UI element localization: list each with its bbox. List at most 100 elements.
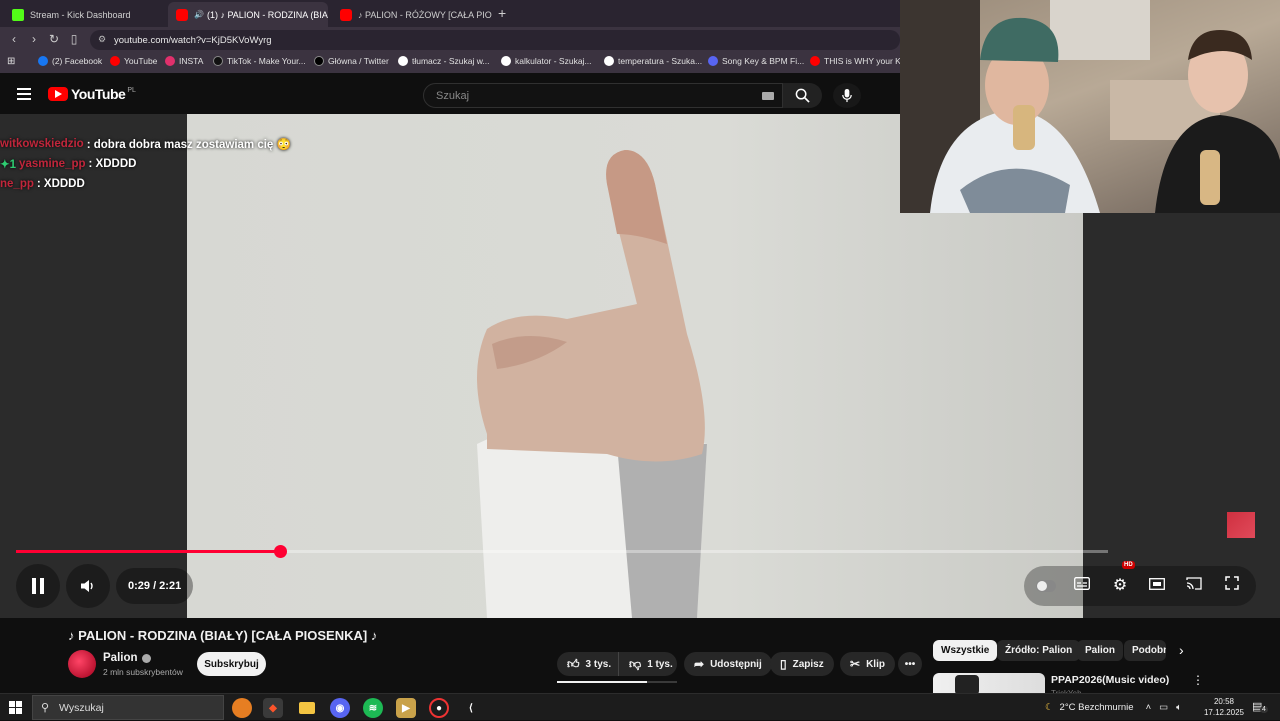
save-label: Zapisz xyxy=(792,658,824,670)
tiktok-icon xyxy=(213,56,223,66)
kick-icon xyxy=(12,8,24,21)
like-count: 3 tys. xyxy=(585,658,612,670)
keyboard-icon[interactable] xyxy=(762,92,774,100)
apps-icon[interactable]: ⊞ xyxy=(7,56,15,67)
bookmark-label: INSTA xyxy=(179,56,204,66)
dislike-button[interactable]: 👎︎ 1 tys. xyxy=(618,652,677,676)
bookmark-facebook[interactable]: (2) Facebook xyxy=(38,56,102,66)
more-vertical-icon[interactable]: ⋮ xyxy=(1192,673,1204,687)
windows-start-icon[interactable] xyxy=(9,701,22,714)
chat-text: : XDDDD xyxy=(36,178,85,190)
miniplayer-button[interactable] xyxy=(1147,576,1167,596)
like-ratio-bar xyxy=(557,681,677,683)
media-player-icon[interactable]: ▶ xyxy=(396,698,416,718)
chat-badge-icon: ✦1 xyxy=(0,159,17,171)
tab-palion-rozowy[interactable]: ♪ PALION - RÓŻOWY [CAŁA PIOSENK xyxy=(332,2,492,27)
speaker-icon[interactable]: 🔈︎ xyxy=(1176,702,1182,713)
chip-palion[interactable]: Palion xyxy=(1077,640,1124,661)
voice-search-button[interactable] xyxy=(833,83,861,108)
channel-name[interactable]: Palion xyxy=(103,652,151,664)
bookmark-label: YouTube xyxy=(124,56,158,66)
settings-button[interactable]: ⚙ xyxy=(1110,576,1130,596)
channel-avatar[interactable] xyxy=(68,650,96,678)
spotify-icon[interactable]: ≋ xyxy=(363,698,383,718)
url-field[interactable]: ⚙ youtube.com/watch?v=KjD5KVoWyrg xyxy=(90,30,900,50)
x-icon xyxy=(314,56,324,66)
network-icon[interactable]: ▭ xyxy=(1159,702,1168,713)
tab-kick-dashboard[interactable]: Stream - Kick Dashboard xyxy=(4,2,164,27)
chip-source-palion[interactable]: Źródło: Palion xyxy=(997,640,1081,661)
new-tab-button[interactable]: + xyxy=(498,5,506,21)
search-input[interactable]: Szukaj xyxy=(423,83,783,108)
bookmark-temperatura[interactable]: temperatura - Szuka... xyxy=(604,56,702,66)
app-icon-1[interactable] xyxy=(232,698,252,718)
notifications-icon[interactable]: ▤ 4 xyxy=(1252,700,1268,713)
end-screen-thumbnail[interactable] xyxy=(1227,512,1255,538)
tab-label: (1) ♪ PALION - RODZINA (BIAŁ xyxy=(206,9,328,20)
webcam-image xyxy=(900,0,1280,213)
reload-icon[interactable]: ↻ xyxy=(46,32,62,46)
back-icon[interactable]: ‹ xyxy=(6,32,22,46)
chevron-right-icon[interactable]: › xyxy=(1179,642,1184,658)
progress-bar[interactable] xyxy=(16,545,1108,558)
bookmark-youtube[interactable]: YouTube xyxy=(110,56,157,66)
bookmark-insta[interactable]: INSTA xyxy=(165,56,203,66)
taskbar-search-input[interactable]: ⚲ Wyszukaj xyxy=(32,695,224,720)
fullscreen-icon xyxy=(1225,576,1239,590)
cast-icon xyxy=(1186,577,1202,590)
app-icon-8[interactable]: ⟨ xyxy=(461,698,481,718)
chat-username: ne_pp xyxy=(0,178,34,190)
bookmark-tlumacz[interactable]: tłumacz - Szukaj w... xyxy=(398,56,489,66)
chat-message: witkowskiedzio : dobra dobra masz zostaw… xyxy=(0,134,320,154)
chip-similar[interactable]: Podobne xyxy=(1124,640,1166,661)
save-button[interactable]: ▯ Zapisz xyxy=(770,652,834,676)
mute-button[interactable] xyxy=(66,564,110,608)
scissors-icon: ✂ xyxy=(850,657,861,671)
taskbar-search-placeholder: Wyszukaj xyxy=(59,701,104,714)
pause-button[interactable] xyxy=(16,564,60,608)
subtitles-button[interactable] xyxy=(1072,576,1092,596)
brave-browser-icon[interactable]: ◆ xyxy=(263,698,283,718)
site-info-icon[interactable]: ⚙ xyxy=(98,34,106,45)
bookmark-kalkulator[interactable]: kalkulator - Szukaj... xyxy=(501,56,592,66)
youtube-icon xyxy=(810,56,820,66)
youtube-header: YouTube PL Szukaj xyxy=(0,73,900,114)
cast-button[interactable] xyxy=(1184,576,1204,596)
youtube-play-icon xyxy=(48,87,68,101)
bookmark-icon[interactable]: ▯ xyxy=(66,32,82,46)
youtube-logo[interactable]: YouTube PL xyxy=(48,86,136,102)
bookmark-this-is-why[interactable]: THIS is WHY your Kl... xyxy=(810,56,910,66)
channel-name-text: Palion xyxy=(103,652,138,664)
chip-all[interactable]: Wszystkie xyxy=(933,640,998,661)
windows-taskbar: ⚲ Wyszukaj ◆ ◉ ≋ ▶ ● ⟨ ☾ 2°C Bezchmurnie… xyxy=(0,693,1280,720)
obs-icon[interactable]: ● xyxy=(429,698,449,718)
share-button[interactable]: ➦ Udostępnij xyxy=(684,652,772,676)
clock[interactable]: 20:58 17.12.2025 xyxy=(1203,696,1245,718)
recommendation-thumbnail[interactable] xyxy=(933,673,1045,695)
search-button[interactable] xyxy=(783,83,822,108)
fullscreen-button[interactable] xyxy=(1222,576,1242,596)
autoplay-toggle[interactable] xyxy=(1036,580,1056,592)
chat-text: : dobra dobra masz zostawiam cię 😳 xyxy=(86,139,291,151)
chevron-up-icon[interactable]: ˄ xyxy=(1146,702,1152,713)
time-display: 0:29 / 2:21 xyxy=(116,568,194,604)
bookmark-label: temperatura - Szuka... xyxy=(618,56,703,66)
time-text: 0:29 / 2:21 xyxy=(128,580,182,592)
recommendation-title[interactable]: PPAP2026(Music video) xyxy=(1051,674,1169,686)
hamburger-menu-icon[interactable] xyxy=(17,88,31,100)
more-actions-button[interactable]: ••• xyxy=(898,652,922,676)
file-explorer-icon[interactable] xyxy=(297,698,317,718)
like-button[interactable]: 👍︎ 3 tys. xyxy=(557,652,618,676)
bookmark-save-icon: ▯ xyxy=(780,657,787,671)
bookmark-twitter[interactable]: Główna / Twitter xyxy=(314,56,389,66)
subscribe-button[interactable]: Subskrybuj xyxy=(197,652,266,676)
discord-icon[interactable]: ◉ xyxy=(330,698,350,718)
dislike-count: 1 tys. xyxy=(647,658,673,670)
search-placeholder: Szukaj xyxy=(436,89,470,102)
bookmark-tiktok[interactable]: TikTok - Make Your... xyxy=(213,56,306,66)
bookmark-songkey[interactable]: Song Key & BPM Fi... xyxy=(708,56,804,66)
clip-button[interactable]: ✂ Klip xyxy=(840,652,895,676)
weather-text[interactable]: 2°C Bezchmurnie xyxy=(1060,702,1134,713)
forward-icon[interactable]: › xyxy=(26,32,42,46)
tab-palion-rodzina[interactable]: 🔊 (1) ♪ PALION - RODZINA (BIAŁ × xyxy=(168,2,328,27)
